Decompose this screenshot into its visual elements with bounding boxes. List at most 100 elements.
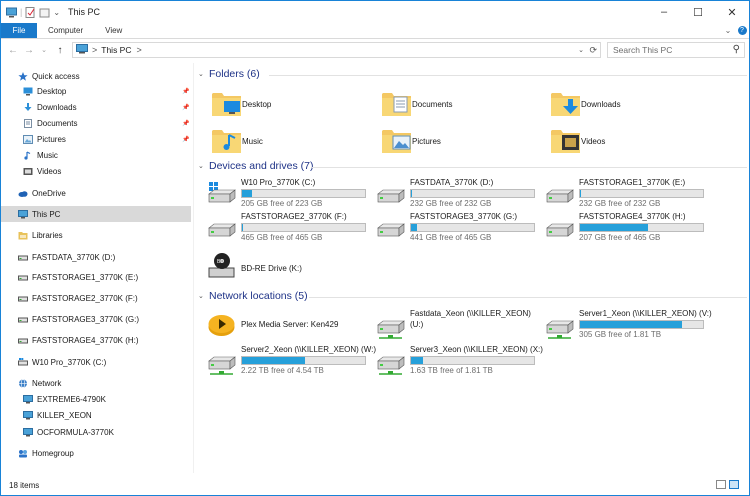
drive-icon [544, 214, 575, 242]
drive-tile[interactable]: Server2_Xeon (\\KILLER_XEON) (W:) 2.22 TB… [206, 345, 376, 377]
drive-tile[interactable]: W10 Pro_3770K (C:) 205 GB free of 223 GB [206, 178, 376, 210]
drive-tile[interactable]: FASTDATA_3770K (D:) 232 GB free of 232 GB [375, 178, 545, 210]
minimize-button[interactable]: – [647, 1, 681, 23]
sidebar-item[interactable]: FASTDATA_3770K (D:) [1, 249, 191, 265]
sidebar-item[interactable]: FASTSTORAGE1_3770K (E:) [1, 269, 191, 285]
capacity-fill [411, 224, 418, 231]
drive-tile[interactable]: FASTSTORAGE3_3770K (G:) 441 GB free of 46… [375, 212, 545, 244]
sidebar-item-label: OCFORMULA-3770K [37, 427, 114, 437]
help-icon: ? [737, 26, 747, 35]
sidebar-item[interactable]: Homegroup [1, 445, 191, 461]
sidebar-item[interactable]: FASTSTORAGE3_3770K (G:) [1, 311, 191, 327]
documents-folder-icon [381, 88, 413, 120]
drive-icon [375, 214, 406, 242]
sidebar-item[interactable]: Desktop 📌 [1, 83, 191, 99]
folder-item[interactable]: Desktop [211, 88, 271, 120]
up-button[interactable]: ↑ [54, 45, 66, 56]
address-bar[interactable]: > This PC > ⌄ ⟳ [72, 42, 601, 58]
collapse-chevron-icon[interactable]: ⌄ [198, 70, 204, 78]
folder-item[interactable]: Downloads [550, 88, 621, 120]
address-dropdown-icon[interactable]: ⌄ [578, 46, 584, 54]
sidebar-item-label: W10 Pro_3770K (C:) [32, 357, 107, 367]
maximize-button[interactable]: ☐ [681, 1, 715, 23]
close-button[interactable]: ✕ [715, 1, 749, 23]
folder-item[interactable]: Videos [550, 125, 605, 157]
tab-file[interactable]: File [1, 23, 37, 38]
new-folder-icon[interactable] [39, 7, 50, 18]
drive-tile[interactable]: BD BD-RE Drive (K:) [206, 250, 376, 282]
drive-tile[interactable]: FASTSTORAGE1_3770K (E:) 232 GB free of 23… [544, 178, 714, 210]
sidebar-item[interactable]: EXTREME6-4790K [1, 391, 191, 407]
section-devices[interactable]: ⌄ Devices and drives (7) [198, 160, 747, 172]
pin-icon[interactable]: 📌 [182, 88, 189, 95]
sidebar-item[interactable]: Network [1, 375, 191, 391]
refresh-icon[interactable]: ⟳ [589, 45, 597, 56]
drive-name-line2: (U:) [410, 320, 424, 329]
help-button[interactable]: ? [735, 23, 749, 38]
sidebar-item[interactable]: Pictures 📌 [1, 131, 191, 147]
search-icon[interactable]: ⚲ [733, 44, 740, 55]
capacity-fill [242, 224, 244, 231]
search-input[interactable]: Search This PC ⚲ [607, 42, 745, 58]
network-drive-icon [375, 311, 406, 339]
details-view-icon[interactable] [716, 480, 726, 489]
sidebar-item[interactable]: OCFORMULA-3770K [1, 424, 191, 440]
sidebar-item-label: Pictures [37, 134, 66, 144]
section-folders[interactable]: ⌄ Folders (6) [198, 68, 747, 80]
sidebar-item-label: FASTSTORAGE3_3770K (G:) [32, 314, 140, 324]
tab-computer[interactable]: Computer [37, 23, 94, 38]
svg-text:BD: BD [217, 259, 224, 265]
drive-tile[interactable]: Fastdata_Xeon (\\KILLER_XEON) (U:) [375, 309, 545, 341]
drive-tile[interactable]: Plex Media Server: Ken429 [206, 309, 376, 341]
folder-label: Downloads [581, 99, 621, 109]
sidebar-item[interactable]: W10 Pro_3770K (C:) [1, 354, 191, 370]
drive-tile[interactable]: FASTSTORAGE2_3770K (F:) 465 GB free of 46… [206, 212, 376, 244]
breadcrumb-separator[interactable]: > [92, 45, 97, 55]
sidebar-item[interactable]: Libraries [1, 227, 191, 243]
folder-label: Documents [412, 99, 453, 109]
drive-name: W10 Pro_3770K (C:) [241, 178, 316, 187]
sidebar-item[interactable]: Music [1, 147, 191, 163]
collapse-chevron-icon[interactable]: ⌄ [198, 162, 204, 170]
folder-item[interactable]: Pictures [381, 125, 441, 157]
expand-ribbon-icon[interactable]: ⌄ [721, 23, 735, 38]
large-icons-view-icon[interactable] [729, 480, 739, 489]
folder-item[interactable]: Documents [381, 88, 452, 120]
sidebar-item[interactable]: OneDrive [1, 185, 191, 201]
sidebar-item[interactable]: FASTSTORAGE2_3770K (F:) [1, 290, 191, 306]
videos-icon [23, 167, 33, 176]
folder-label: Music [242, 136, 263, 146]
drive-tile[interactable]: Server1_Xeon (\\KILLER_XEON) (V:) 305 GB … [544, 309, 714, 341]
drive-tile[interactable]: Server3_Xeon (\\KILLER_XEON) (X:) 1.63 TB… [375, 345, 545, 377]
pin-icon[interactable]: 📌 [182, 104, 189, 111]
sidebar-item[interactable]: Documents 📌 [1, 115, 191, 131]
back-button[interactable]: ← [7, 45, 19, 56]
sidebar-item[interactable]: Downloads 📌 [1, 99, 191, 115]
pin-icon[interactable]: 📌 [182, 120, 189, 127]
recent-locations-button[interactable]: ⌄ [38, 46, 50, 54]
sidebar-item-label: OneDrive [32, 188, 66, 198]
homegroup-icon [18, 449, 28, 458]
capacity-fill [580, 224, 648, 231]
sidebar-item[interactable]: FASTSTORAGE4_3770K (H:) [1, 332, 191, 348]
drive-name: FASTDATA_3770K (D:) [410, 178, 494, 187]
sidebar-item[interactable]: Videos [1, 163, 191, 179]
pictures-folder-icon [381, 125, 413, 157]
collapse-chevron-icon[interactable]: ⌄ [198, 292, 204, 300]
sidebar-item[interactable]: KILLER_XEON [1, 407, 191, 423]
forward-button[interactable]: → [23, 45, 35, 56]
drive-tile[interactable]: FASTSTORAGE4_3770K (H:) 207 GB free of 46… [544, 212, 714, 244]
star-icon [18, 71, 28, 81]
breadcrumb-this-pc[interactable]: This PC [101, 45, 131, 55]
properties-icon[interactable] [25, 6, 36, 18]
customize-toolbar-icon[interactable]: ⌄ [53, 8, 60, 17]
folder-item[interactable]: Music [211, 125, 263, 157]
section-network[interactable]: ⌄ Network locations (5) [198, 290, 747, 302]
drive-name: Fastdata_Xeon (\\KILLER_XEON) [410, 309, 531, 318]
tab-view[interactable]: View [94, 23, 133, 38]
sidebar-item[interactable]: Quick access [1, 68, 191, 84]
breadcrumb-separator[interactable]: > [137, 45, 142, 55]
sidebar-item-label: KILLER_XEON [37, 410, 92, 420]
sidebar-item[interactable]: This PC [1, 206, 191, 222]
pin-icon[interactable]: 📌 [182, 136, 189, 143]
